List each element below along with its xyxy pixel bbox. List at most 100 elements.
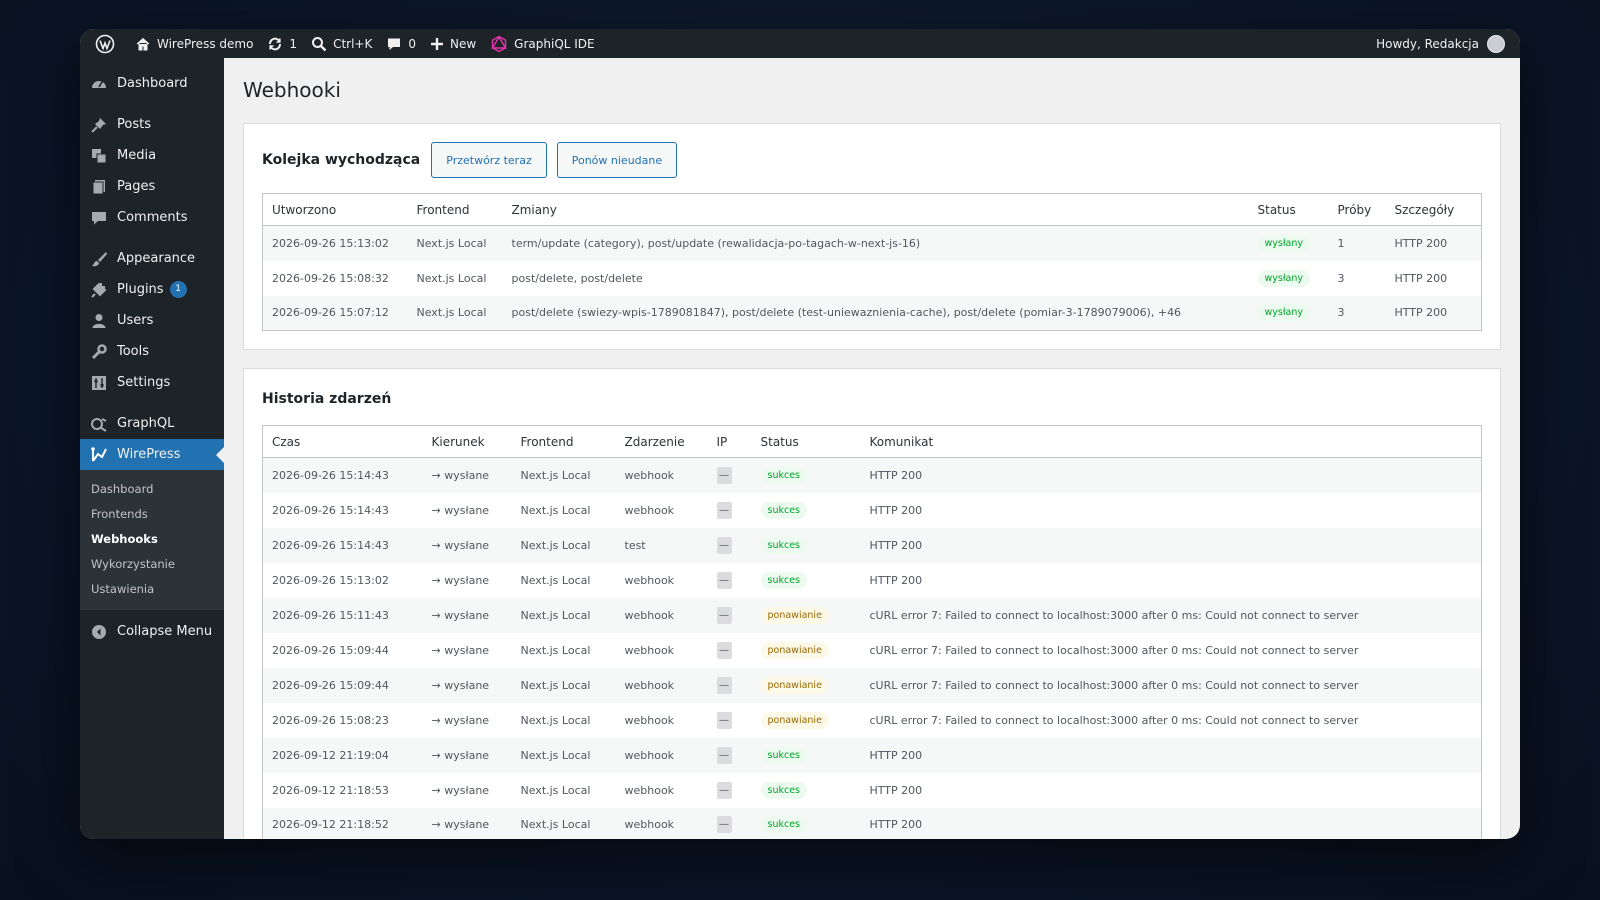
table-cell: 3 [1328, 295, 1386, 331]
ip-placeholder: — [716, 711, 732, 729]
sidebar-item-tools[interactable]: Tools [80, 336, 224, 367]
graphiql-ide-link[interactable]: GraphiQL IDE [483, 29, 601, 58]
sidebar-item-settings[interactable]: Settings [80, 367, 224, 398]
account-menu[interactable]: Howdy, Redakcja [1369, 29, 1512, 58]
sidebar-item-wirepress[interactable]: WirePress [80, 439, 224, 470]
table-cell: → wysłane [431, 643, 490, 657]
ip-placeholder: — [716, 816, 732, 834]
table-cell: Next.js Local [520, 713, 591, 727]
column-header: Kierunek [422, 425, 512, 458]
ip-placeholder: — [716, 466, 732, 484]
site-name-link[interactable]: WirePress demo [128, 29, 260, 58]
sidebar-item-label: GraphQL [117, 416, 175, 431]
sidebar-item-users[interactable]: Users [80, 305, 224, 336]
sidebar-item-comments[interactable]: Comments [80, 202, 224, 233]
submenu-item-frontends[interactable]: Frontends [80, 502, 224, 527]
sidebar-item-pages[interactable]: Pages [80, 171, 224, 202]
table-row: 2026-09-26 15:14:43 → wysłane Next.js Loca… [262, 457, 1482, 493]
wrench-icon [89, 342, 109, 362]
table-cell: 2026-09-26 15:13:02 [262, 225, 408, 261]
table-cell: cURL error 7: Failed to connect to local… [869, 643, 1359, 657]
collapse-menu-button[interactable]: Collapse Menu [80, 616, 224, 647]
search-icon [312, 36, 327, 51]
submenu-item-dashboard[interactable]: Dashboard [80, 477, 224, 502]
table-cell: HTTP 200 [860, 737, 1482, 773]
comments-link[interactable]: 0 [379, 29, 423, 58]
table-cell: webhook [615, 737, 708, 773]
table-cell: — [708, 563, 752, 598]
sidebar-item-appearance[interactable]: Appearance [80, 243, 224, 274]
table-cell: — [707, 597, 752, 633]
table-row: 2026-09-26 15:07:12 Next.js Local post/del… [262, 295, 1482, 331]
table-cell: term/update (category), post/update (rew… [502, 225, 1249, 261]
retry-failed-button[interactable]: Ponów nieudane [556, 142, 678, 178]
sidebar-item-label: WirePress [117, 447, 181, 462]
table-cell: — [708, 773, 752, 808]
sidebar-item-label: Media [117, 148, 157, 163]
column-header: Czas [262, 425, 423, 458]
admin-bar: WirePress demo 1 Ctrl+K 0 New GraphiQL I… [80, 29, 1520, 58]
table-cell: → wysłane [422, 457, 512, 493]
new-content-link[interactable]: New [423, 29, 483, 58]
status-badge: wysłany [1257, 304, 1311, 322]
table-cell: wysłany [1248, 225, 1329, 261]
submenu-item-settings[interactable]: Ustawienia [80, 577, 224, 602]
search-shortcut-button[interactable]: Ctrl+K [304, 29, 379, 58]
table-cell: cURL error 7: Failed to connect to local… [860, 597, 1482, 633]
submenu-item-usage[interactable]: Wykorzystanie [80, 552, 224, 577]
table-header-row: Czas Kierunek Frontend Zdarzenie IP Stat… [262, 425, 1482, 458]
status-badge: wysłany [1257, 269, 1311, 287]
table-cell: 2026-09-26 15:14:43 [262, 527, 423, 563]
table-cell: — [707, 737, 752, 773]
collapse-icon [89, 622, 109, 642]
table-row: 2026-09-26 15:14:43 → wysłane Next.js Loca… [262, 527, 1482, 563]
status-badge: sukces [760, 571, 807, 589]
wordpress-icon [95, 34, 115, 53]
status-badge: wysłany [1257, 234, 1311, 252]
table-cell: 2026-09-26 15:08:23 [272, 713, 389, 727]
process-now-button[interactable]: Przetwórz teraz [431, 142, 547, 178]
table-cell: HTTP 200 [869, 503, 923, 517]
table-cell: — [708, 493, 752, 528]
table-row: 2026-09-26 15:13:02 Next.js Local term/upd… [262, 225, 1482, 261]
table-cell: 2026-09-26 15:13:02 [272, 573, 389, 587]
sidebar-item-label: Comments [117, 210, 188, 225]
submenu-item-webhooks[interactable]: Webhooks [80, 527, 224, 552]
wordpress-logo-button[interactable] [88, 29, 128, 58]
table-cell: Next.js Local [520, 783, 591, 797]
table-cell: webhook [624, 573, 675, 587]
table-cell: test [615, 527, 708, 563]
sidebar-item-label: Appearance [117, 251, 196, 266]
updates-link[interactable]: 1 [260, 29, 304, 58]
sidebar-item-plugins[interactable]: Plugins 1 [80, 274, 224, 305]
table-row: 2026-09-26 15:09:44 → wysłane Next.js Loca… [262, 667, 1482, 703]
sidebar-item-media[interactable]: Media [80, 140, 224, 171]
ip-placeholder: — [716, 746, 732, 764]
table-cell: Next.js Local [407, 295, 503, 331]
table-cell: 2026-09-26 15:09:44 [262, 667, 423, 703]
howdy-text: Howdy, Redakcja [1376, 36, 1479, 51]
table-cell: — [708, 703, 752, 738]
sidebar-item-dashboard[interactable]: Dashboard [80, 68, 224, 99]
table-cell: HTTP 200 [1385, 225, 1482, 261]
sidebar-item-graphql[interactable]: GraphQL [80, 408, 224, 439]
ip-placeholder: — [716, 641, 732, 659]
table-cell: sukces [751, 807, 861, 839]
column-header: Frontend [511, 425, 616, 458]
table-cell: HTTP 200 [1385, 295, 1482, 331]
table-cell: HTTP 200 [860, 807, 1482, 839]
comment-icon [388, 38, 401, 50]
graphql-icon [491, 35, 507, 52]
table-cell: → wysłane [431, 573, 490, 587]
column-header: Utworzono [262, 193, 408, 226]
table-cell: 2026-09-26 15:09:44 [272, 643, 389, 657]
table-cell: → wysłane [422, 597, 512, 633]
column-header: Status [751, 425, 861, 458]
status-badge: ponawianie [760, 711, 829, 729]
table-cell: post/delete, post/delete [511, 271, 643, 285]
table-cell: — [707, 807, 752, 839]
table-cell: sukces [752, 493, 861, 528]
table-cell: — [707, 527, 752, 563]
table-cell: post/delete (swiezy-wpis-1789081847), po… [502, 295, 1249, 331]
sidebar-item-posts[interactable]: Posts [80, 109, 224, 140]
